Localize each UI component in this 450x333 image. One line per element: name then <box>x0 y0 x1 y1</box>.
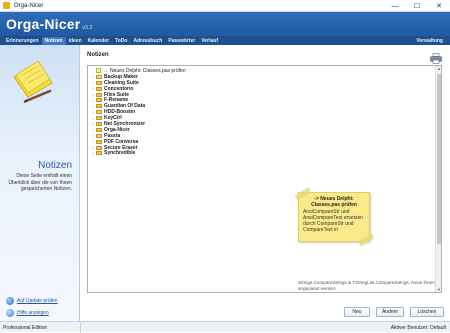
app-title: Orga-Nicer v3.2 <box>6 16 93 32</box>
main-menu: Erinnerungen Notizen Ideen Kalender ToDo… <box>0 36 450 45</box>
vertical-scrollbar[interactable]: ▲ ▼ <box>435 66 441 292</box>
folder-icon <box>96 80 102 85</box>
sticky-note-preview[interactable]: -> Neues Delphi: Classes.pas prüfen Ansi… <box>294 187 375 247</box>
note-icon <box>96 68 101 74</box>
menu-item-todo[interactable]: ToDo <box>112 38 130 44</box>
edition-label: Professional Edition <box>3 325 48 331</box>
delete-button[interactable]: Löschen <box>410 307 444 317</box>
folder-icon <box>96 98 102 103</box>
sidebar-description: Diese Seite enthält einen Überblick über… <box>8 173 72 192</box>
help-link-label: Hilfe anzeigen <box>17 310 49 316</box>
app-header: Orga-Nicer v3.2 <box>0 12 450 36</box>
menu-item-verwaltung[interactable]: Verwaltung <box>413 38 446 44</box>
notes-panel: → Neues Delphi: Classes.pas prüfen › Back… <box>87 65 442 293</box>
maximize-button[interactable]: ☐ <box>406 0 428 12</box>
status-bar: Professional Edition Aktiver Benutzer: D… <box>0 321 450 333</box>
menu-item-erinnerungen[interactable]: Erinnerungen <box>3 38 42 44</box>
edit-button[interactable]: Ändern <box>376 307 404 317</box>
menu-item-passwoerter[interactable]: Passwörter <box>165 38 198 44</box>
folder-icon <box>96 133 102 138</box>
sticky-note-body: AnsiCompareStr und AnsiCompareText erset… <box>303 209 364 233</box>
folder-icon <box>96 74 102 79</box>
folder-icon <box>96 121 102 126</box>
active-user-label: Aktiver Benutzer: Default <box>390 325 446 331</box>
folder-icon <box>96 139 102 144</box>
minimize-button[interactable]: — <box>384 0 406 12</box>
update-link[interactable]: Auf Update prüfen <box>6 297 58 305</box>
menu-item-kalender[interactable]: Kalender <box>85 38 112 44</box>
folder-icon <box>96 104 102 109</box>
app-name: Orga-Nicer <box>6 16 81 32</box>
sidebar-title: Notizen <box>38 160 72 171</box>
page-title: Notizen <box>87 52 109 58</box>
folder-icon <box>96 127 102 132</box>
notepad-icon <box>13 60 53 103</box>
tape-decoration <box>357 233 375 247</box>
app-icon <box>3 2 10 9</box>
folder-icon <box>96 110 102 115</box>
tree-folder-label: Synchredible <box>104 150 136 157</box>
close-button[interactable]: ✕ <box>428 0 450 12</box>
new-button[interactable]: Neu <box>344 307 370 317</box>
tree-folder[interactable]: › Synchredible <box>90 150 290 156</box>
notes-tree[interactable]: → Neues Delphi: Classes.pas prüfen › Back… <box>90 68 290 156</box>
folder-icon <box>96 116 102 121</box>
folder-icon <box>96 92 102 97</box>
scrollbar-thumb[interactable] <box>437 74 441 244</box>
menu-item-notizen[interactable]: Notizen <box>41 36 66 45</box>
folder-icon <box>96 145 102 150</box>
window-titlebar: Orga-Nicer — ☐ ✕ <box>0 0 450 12</box>
app-version: v3.2 <box>82 25 93 31</box>
globe-icon <box>6 297 14 305</box>
sidebar: Notizen Diese Seite enthält einen Überbl… <box>0 45 80 321</box>
help-icon <box>6 309 14 317</box>
menu-item-ideen[interactable]: Ideen <box>66 38 85 44</box>
window-title: Orga-Nicer <box>14 2 44 9</box>
help-link[interactable]: Hilfe anzeigen <box>6 309 49 317</box>
menu-item-verlauf[interactable]: Verlauf <box>198 38 221 44</box>
status-divider <box>80 322 81 333</box>
update-link-label: Auf Update prüfen <box>17 298 58 304</box>
note-info-text: Strings.CompareStrings & TStringList.Com… <box>298 280 435 291</box>
folder-icon <box>96 86 102 91</box>
folder-icon <box>96 151 102 156</box>
printer-icon[interactable] <box>430 53 442 64</box>
scroll-up-icon[interactable]: ▲ <box>436 66 442 71</box>
menu-item-adressbuch[interactable]: Adressbuch <box>130 38 165 44</box>
sticky-note-title: -> Neues Delphi: Classes.pas prüfen <box>311 196 357 208</box>
main-content: Notizen → Neues Delphi: Classes.pas prüf… <box>81 45 450 321</box>
